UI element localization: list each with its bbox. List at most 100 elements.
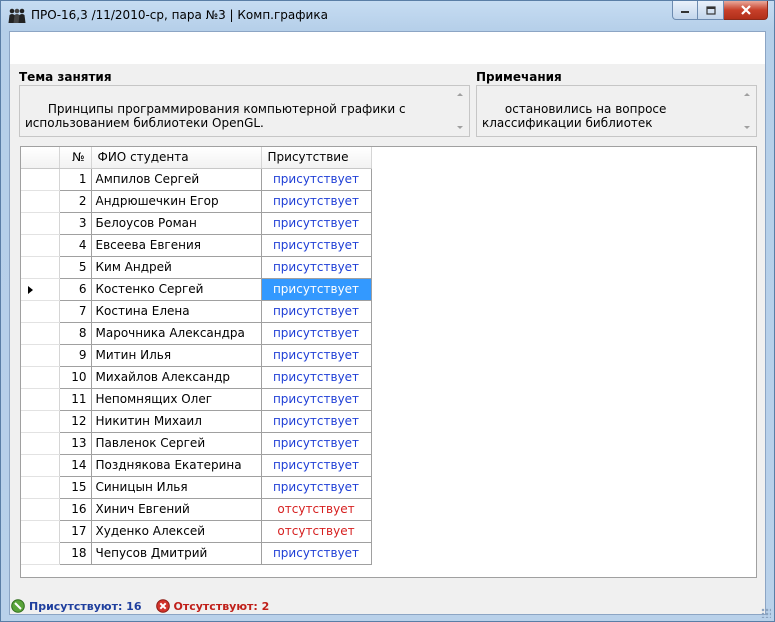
cell-student-name[interactable]: Ким Андрей xyxy=(91,256,262,279)
cell-student-name[interactable]: Костина Елена xyxy=(91,300,262,323)
row-header[interactable] xyxy=(21,234,60,257)
cell-presence[interactable]: отсутствует xyxy=(261,498,372,521)
row-header[interactable] xyxy=(21,322,60,345)
cell-student-name[interactable]: Позднякова Екатерина xyxy=(91,454,262,477)
cell-presence[interactable]: присутствует xyxy=(261,432,372,455)
cell-student-name[interactable]: Синицын Илья xyxy=(91,476,262,499)
row-header[interactable] xyxy=(21,388,60,411)
scroll-up-icon[interactable] xyxy=(457,93,463,96)
table-row[interactable]: 7 Костина Елена присутствует xyxy=(21,300,372,323)
notes-textbox[interactable]: остановились на вопросе классификации би… xyxy=(476,85,757,137)
topic-textbox[interactable]: Принципы программирования компьютерной г… xyxy=(19,85,470,137)
cell-num[interactable]: 18 xyxy=(59,542,92,565)
cell-presence[interactable]: присутствует xyxy=(261,454,372,477)
cell-num[interactable]: 17 xyxy=(59,520,92,543)
cell-presence[interactable]: присутствует xyxy=(261,212,372,235)
cell-num[interactable]: 14 xyxy=(59,454,92,477)
resize-grip[interactable] xyxy=(761,608,771,618)
cell-presence[interactable]: присутствует xyxy=(261,234,372,257)
row-header[interactable] xyxy=(21,190,60,213)
cell-presence[interactable]: присутствует xyxy=(261,476,372,499)
row-header[interactable] xyxy=(21,278,60,301)
cell-num[interactable]: 12 xyxy=(59,410,92,433)
cell-student-name[interactable]: Евсеева Евгения xyxy=(91,234,262,257)
row-header[interactable] xyxy=(21,432,60,455)
column-header-name[interactable]: ФИО студента xyxy=(91,147,262,169)
row-header[interactable] xyxy=(21,542,60,565)
cell-num[interactable]: 16 xyxy=(59,498,92,521)
table-row[interactable]: 6 Костенко Сергей присутствует xyxy=(21,278,372,301)
row-header[interactable] xyxy=(21,168,60,191)
cell-presence[interactable]: отсутствует xyxy=(261,520,372,543)
row-header[interactable] xyxy=(21,212,60,235)
cell-num[interactable]: 15 xyxy=(59,476,92,499)
cell-presence[interactable]: присутствует xyxy=(261,300,372,323)
notes-scrollbar[interactable] xyxy=(740,87,755,135)
cell-presence[interactable]: присутствует xyxy=(261,190,372,213)
row-header[interactable] xyxy=(21,366,60,389)
cell-num[interactable]: 5 xyxy=(59,256,92,279)
cell-student-name[interactable]: Чепусов Дмитрий xyxy=(91,542,262,565)
close-button[interactable] xyxy=(724,1,768,20)
table-row[interactable]: 8 Марочника Александра присутствует xyxy=(21,322,372,345)
cell-student-name[interactable]: Хинич Евгений xyxy=(91,498,262,521)
table-row[interactable]: 14 Позднякова Екатерина присутствует xyxy=(21,454,372,477)
cell-student-name[interactable]: Митин Илья xyxy=(91,344,262,367)
row-header-corner[interactable] xyxy=(21,147,60,169)
table-row[interactable]: 12 Никитин Михаил присутствует xyxy=(21,410,372,433)
cell-num[interactable]: 11 xyxy=(59,388,92,411)
cell-student-name[interactable]: Ампилов Сергей xyxy=(91,168,262,191)
cell-student-name[interactable]: Белоусов Роман xyxy=(91,212,262,235)
row-header[interactable] xyxy=(21,476,60,499)
cell-presence[interactable]: присутствует xyxy=(261,278,372,301)
row-header[interactable] xyxy=(21,454,60,477)
row-header[interactable] xyxy=(21,498,60,521)
table-row[interactable]: 15 Синицын Илья присутствует xyxy=(21,476,372,499)
students-grid[interactable]: № ФИО студента Присутствие 1 Ампилов Серг… xyxy=(20,146,757,578)
table-row[interactable]: 3 Белоусов Роман присутствует xyxy=(21,212,372,235)
cell-presence[interactable]: присутствует xyxy=(261,542,372,565)
cell-num[interactable]: 7 xyxy=(59,300,92,323)
row-header[interactable] xyxy=(21,256,60,279)
scroll-down-icon[interactable] xyxy=(457,126,463,129)
cell-presence[interactable]: присутствует xyxy=(261,388,372,411)
cell-presence[interactable]: присутствует xyxy=(261,366,372,389)
cell-student-name[interactable]: Никитин Михаил xyxy=(91,410,262,433)
scroll-up-icon[interactable] xyxy=(744,93,750,96)
column-header-presence[interactable]: Присутствие xyxy=(261,147,372,169)
table-row[interactable]: 11 Непомнящих Олег присутствует xyxy=(21,388,372,411)
row-header[interactable] xyxy=(21,344,60,367)
cell-num[interactable]: 3 xyxy=(59,212,92,235)
table-row[interactable]: 16 Хинич Евгений отсутствует xyxy=(21,498,372,521)
cell-num[interactable]: 1 xyxy=(59,168,92,191)
cell-student-name[interactable]: Марочника Александра xyxy=(91,322,262,345)
cell-presence[interactable]: присутствует xyxy=(261,322,372,345)
table-row[interactable]: 4 Евсеева Евгения присутствует xyxy=(21,234,372,257)
cell-student-name[interactable]: Павленок Сергей xyxy=(91,432,262,455)
cell-presence[interactable]: присутствует xyxy=(261,168,372,191)
cell-student-name[interactable]: Костенко Сергей xyxy=(91,278,262,301)
maximize-button[interactable] xyxy=(698,1,724,20)
cell-num[interactable]: 10 xyxy=(59,366,92,389)
column-header-num[interactable]: № xyxy=(59,147,92,169)
cell-num[interactable]: 9 xyxy=(59,344,92,367)
topic-scrollbar[interactable] xyxy=(453,87,468,135)
table-row[interactable]: 5 Ким Андрей присутствует xyxy=(21,256,372,279)
scroll-down-icon[interactable] xyxy=(744,126,750,129)
cell-student-name[interactable]: Худенко Алексей xyxy=(91,520,262,543)
table-row[interactable]: 10 Михайлов Александр присутствует xyxy=(21,366,372,389)
table-row[interactable]: 13 Павленок Сергей присутствует xyxy=(21,432,372,455)
cell-num[interactable]: 2 xyxy=(59,190,92,213)
table-row[interactable]: 2 Андрюшечкин Егор присутствует xyxy=(21,190,372,213)
cell-presence[interactable]: присутствует xyxy=(261,410,372,433)
row-header[interactable] xyxy=(21,410,60,433)
cell-presence[interactable]: присутствует xyxy=(261,344,372,367)
table-row[interactable]: 17 Худенко Алексей отсутствует xyxy=(21,520,372,543)
row-header[interactable] xyxy=(21,520,60,543)
title-bar[interactable]: ПРО-16,3 /11/2010-ср, пара №3 | Комп.гра… xyxy=(1,1,774,31)
row-header[interactable] xyxy=(21,300,60,323)
cell-student-name[interactable]: Непомнящих Олег xyxy=(91,388,262,411)
cell-num[interactable]: 8 xyxy=(59,322,92,345)
table-row[interactable]: 18 Чепусов Дмитрий присутствует xyxy=(21,542,372,565)
cell-student-name[interactable]: Михайлов Александр xyxy=(91,366,262,389)
